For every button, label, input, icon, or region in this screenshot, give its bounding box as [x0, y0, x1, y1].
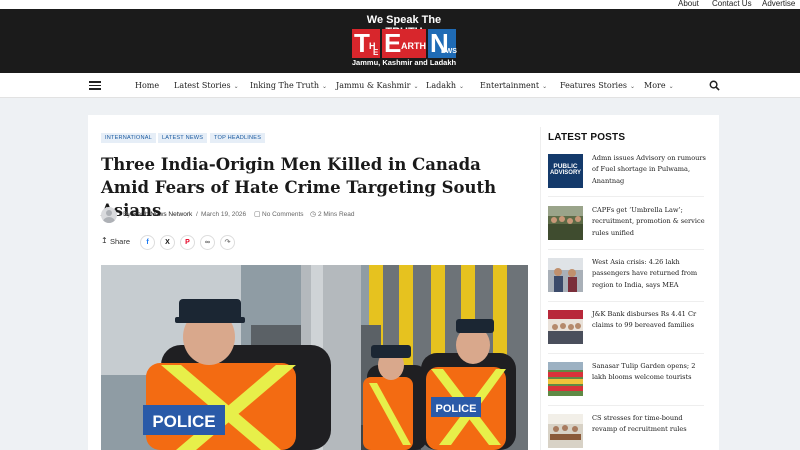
site-logo[interactable]: We Speak The TRUTH T H E E ARTH N EWS Ja… — [350, 14, 458, 70]
chevron-down-icon: ⌄ — [542, 83, 548, 90]
post-title[interactable]: Admn issues Advisory on rumours of Fuel … — [592, 153, 707, 187]
chevron-down-icon: ⌄ — [458, 83, 465, 90]
latest-posts-heading: LATEST POSTS — [548, 132, 626, 143]
article-hero-image: POLICE POLICE — [101, 265, 528, 450]
post-thumbnail[interactable] — [548, 414, 583, 448]
post-title[interactable]: CS stresses for time-bound revamp of rec… — [592, 413, 707, 436]
post-thumbnail[interactable] — [548, 362, 583, 396]
share-label: Share — [110, 237, 131, 246]
divider — [548, 301, 704, 302]
nav-item-features-stories[interactable]: Features Stories ⌄ — [560, 81, 635, 90]
post-title[interactable]: J&K Bank disburses Rs 4.41 Cr claims to … — [592, 309, 707, 332]
chevron-down-icon: ⌄ — [668, 83, 674, 90]
post-title[interactable]: Sanasar Tulip Garden opens; 2 lakh bloom… — [592, 361, 707, 384]
hamburger-menu-icon[interactable] — [89, 81, 101, 90]
chevron-down-icon: ⌄ — [629, 83, 635, 90]
post-title[interactable]: West Asia crisis: 4.26 lakh passengers h… — [592, 257, 707, 291]
clock-icon: ◷ — [310, 211, 317, 218]
nav-item-home[interactable]: Home — [135, 81, 159, 90]
post-thumbnail[interactable] — [548, 206, 583, 240]
chevron-down-icon: ⌄ — [321, 83, 328, 90]
post-title[interactable]: CAPFs get ‘Umbrella Law’; recruitment, p… — [592, 205, 707, 239]
category-badge[interactable]: LATEST NEWS — [158, 133, 208, 143]
comments-link[interactable]: No Comments — [262, 211, 304, 218]
divider — [548, 353, 704, 354]
nav-item-jammu-kashmir[interactable]: Jammu & Kashmir ⌄ — [336, 81, 419, 90]
divider — [548, 405, 704, 406]
vest-label: POLICE — [152, 412, 215, 431]
post-thumbnail[interactable]: PUBLIC ADVISORY — [548, 154, 583, 188]
search-icon[interactable] — [709, 80, 720, 91]
logo-blocks: T H E E ARTH N EWS — [352, 28, 457, 58]
read-time: 2 Mins Read — [318, 211, 355, 218]
sidebar-divider — [540, 127, 541, 450]
masthead: We Speak The TRUTH T H E E ARTH N EWS Ja… — [0, 9, 800, 73]
top-utility-bar: About Contact Us Advertise W — [0, 0, 800, 17]
contact-link[interactable]: Contact Us — [712, 0, 752, 8]
by-label: By — [123, 211, 131, 218]
about-link[interactable]: About — [678, 0, 699, 8]
comment-icon[interactable]: ▢ — [254, 210, 261, 218]
more-share-button[interactable]: ↷ — [220, 235, 235, 250]
category-badge[interactable]: INTERNATIONAL — [101, 133, 156, 143]
post-thumbnail[interactable] — [548, 258, 583, 292]
post-thumbnail[interactable] — [548, 310, 583, 344]
post-date: March 19, 2026 — [201, 211, 247, 218]
nav-item-entertainment[interactable]: Entertainment ⌄ — [480, 81, 547, 90]
chevron-down-icon: ⌄ — [233, 83, 239, 90]
share-icon: ↥ — [101, 236, 108, 245]
copy-link-button[interactable]: ∞ — [200, 235, 215, 250]
divider — [548, 196, 704, 197]
chevron-down-icon: ⌄ — [413, 83, 419, 90]
divider — [548, 249, 704, 250]
nav-item-latest-stories[interactable]: Latest Stories ⌄ — [174, 81, 239, 90]
vest-label: POLICE — [436, 403, 477, 415]
author-link[interactable]: Earth News Network — [133, 211, 192, 218]
logo-subtitle: Jammu, Kashmir and Ladakh — [351, 58, 457, 67]
x-share-button[interactable]: X — [160, 235, 175, 250]
separator: / — [196, 211, 198, 218]
nav-item-more[interactable]: More ⌄ — [644, 81, 674, 90]
main-navigation: Home Latest Stories ⌄ Inking The Truth ⌄ J… — [0, 73, 800, 98]
facebook-share-button[interactable]: f — [140, 235, 155, 250]
avatar[interactable] — [101, 207, 117, 223]
nav-item-ladakh[interactable]: Ladakh ⌄ — [426, 81, 464, 90]
police-officers-illustration: POLICE POLICE — [101, 265, 528, 450]
category-badge[interactable]: TOP HEADLINES — [210, 133, 266, 143]
nav-item-inking-the-truth[interactable]: Inking The Truth ⌄ — [250, 81, 327, 90]
pinterest-share-button[interactable]: P — [180, 235, 195, 250]
